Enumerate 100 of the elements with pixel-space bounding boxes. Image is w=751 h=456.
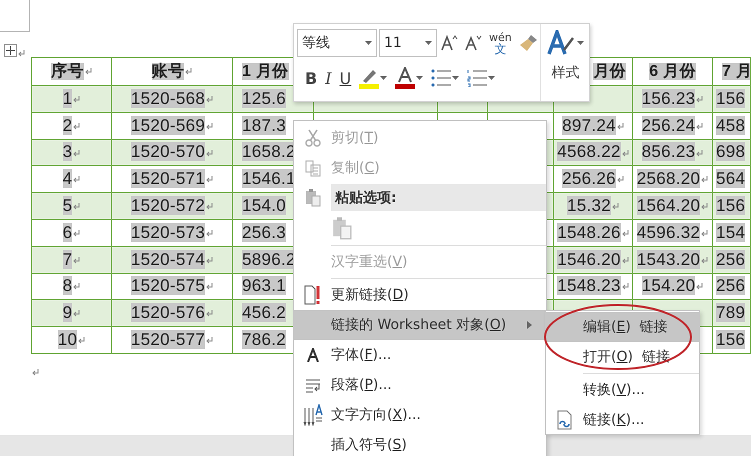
paragraph-mark-icon	[696, 283, 704, 290]
table-cell: 125.6	[242, 88, 286, 108]
table-cell: 1520-571	[130, 169, 206, 188]
table-cell: 256.26	[562, 169, 616, 188]
caret-icon	[425, 41, 432, 45]
table-cell: 963.1	[242, 276, 286, 296]
table-cell: 1548.23	[557, 276, 621, 296]
menu-item[interactable]: 编辑(E) 链接	[546, 312, 699, 342]
paragraph-mark-icon	[18, 50, 25, 57]
menu-item[interactable]: 更新链接(D)	[294, 280, 546, 310]
phonetic-guide-button[interactable]: wén 文	[487, 32, 514, 54]
page-corner-mark	[0, 0, 30, 32]
table-cell: 3	[62, 142, 72, 162]
brush-icon	[518, 34, 538, 52]
paragraph-mark-icon	[701, 230, 708, 237]
paragraph-mark-icon	[32, 369, 39, 376]
menu-item[interactable]: 转换(V)...	[546, 375, 699, 405]
italic-button[interactable]: I	[323, 64, 334, 92]
menu-item[interactable]: 插入符号(S)	[294, 430, 546, 456]
styles-icon	[546, 30, 575, 56]
column-header: 6 月份	[649, 63, 696, 80]
table-cell: 15.32	[566, 196, 612, 216]
table-cell: 789	[716, 303, 746, 322]
table-cell: 1520-577	[130, 330, 206, 350]
paragraph-mark-icon	[206, 122, 214, 130]
column-header: 1 月份	[242, 63, 289, 80]
table-cell: 10	[58, 330, 78, 350]
paragraph-mark-icon	[73, 122, 80, 130]
table-cell: 1520-576	[130, 303, 206, 322]
table-cell: 4	[62, 169, 72, 188]
table-cell: 9	[62, 303, 72, 322]
table-cell: 4596.32	[636, 222, 700, 242]
scissors-icon	[304, 129, 320, 147]
paragraph-mark-icon	[206, 310, 214, 318]
column-header: 账号	[152, 63, 184, 80]
menu-section-header: 粘贴选项:	[331, 184, 546, 211]
table-cell: 2568.20	[636, 169, 700, 188]
underline-button[interactable]: U	[338, 64, 354, 92]
grow-font-icon	[441, 35, 459, 51]
copy-icon	[304, 160, 320, 176]
table-cell: 458	[716, 116, 746, 135]
paragraph-mark-icon	[84, 68, 92, 76]
paragraph-mark-icon	[206, 337, 214, 344]
paragraph-mark-icon	[612, 203, 620, 210]
caret-icon	[576, 41, 584, 45]
numbered-list-icon	[467, 69, 488, 87]
menu-item[interactable]: 链接(K)...	[546, 405, 699, 435]
menu-item[interactable]: 链接的 Worksheet 对象(O)	[294, 310, 546, 340]
caret-icon	[452, 76, 460, 80]
menu-item[interactable]: 段落(P)...	[294, 370, 546, 400]
column-header: 7 月	[722, 63, 750, 80]
table-cell: 2	[62, 116, 72, 135]
text-direction-icon	[302, 404, 322, 426]
table-cell: 8	[62, 276, 72, 296]
table-cell: 1520-572	[130, 196, 206, 216]
column-header: 序号	[51, 63, 84, 80]
table-cell: 1543.20	[636, 250, 700, 269]
table-cell: 4568.22	[557, 142, 621, 162]
font-color-icon	[395, 67, 416, 89]
paragraph-mark-icon	[73, 203, 80, 210]
highlighter-icon	[359, 67, 380, 89]
caret-icon	[380, 76, 388, 80]
table-cell: 698	[716, 142, 746, 162]
paragraph-mark-icon	[206, 256, 214, 264]
paragraph-mark-icon	[616, 122, 624, 130]
font-size-field[interactable]: 11	[379, 29, 437, 57]
menu-item[interactable]: 字体(F)...	[294, 340, 546, 370]
table-cell: 1520-573	[130, 222, 206, 242]
paragraph-mark-icon	[206, 150, 214, 156]
paragraph-mark-icon	[78, 337, 86, 344]
table-move-handle[interactable]	[4, 44, 17, 57]
menu-item[interactable]: 文字方向(X)...	[294, 400, 546, 430]
table-cell: 1520-568	[130, 88, 206, 108]
table-cell: 154.20	[642, 276, 696, 296]
table-cell: 564	[716, 169, 746, 188]
column-header: 月份	[593, 63, 626, 80]
table-cell: 1520-570	[130, 142, 206, 162]
paragraph-icon	[304, 378, 320, 392]
table-cell: 256.3	[242, 222, 286, 242]
paragraph-mark-icon	[206, 230, 214, 237]
font-name-field[interactable]: 等线	[297, 29, 377, 57]
table-cell: 456.2	[242, 303, 286, 322]
styles-button[interactable]: 样式	[540, 24, 590, 101]
font-color-button[interactable]	[393, 64, 426, 92]
table-cell: 1564.20	[636, 196, 700, 216]
table-cell: 156	[716, 330, 746, 350]
shrink-font-icon	[465, 35, 483, 51]
paragraph-mark-icon	[206, 96, 214, 103]
paragraph-mark-icon	[622, 256, 629, 264]
table-cell: 786.2	[242, 330, 286, 350]
table-cell: 156.23	[642, 88, 696, 108]
bold-button[interactable]: B	[303, 64, 320, 92]
clipboard-icon[interactable]	[331, 216, 353, 240]
table-cell: 154	[716, 222, 746, 242]
table-cell: 156	[716, 196, 746, 216]
table-cell: 897.24	[562, 116, 616, 135]
table-cell: 6	[62, 222, 72, 242]
table-cell: 1520-575	[130, 276, 206, 296]
caret-icon	[365, 41, 372, 45]
paragraph-mark-icon	[206, 176, 214, 184]
